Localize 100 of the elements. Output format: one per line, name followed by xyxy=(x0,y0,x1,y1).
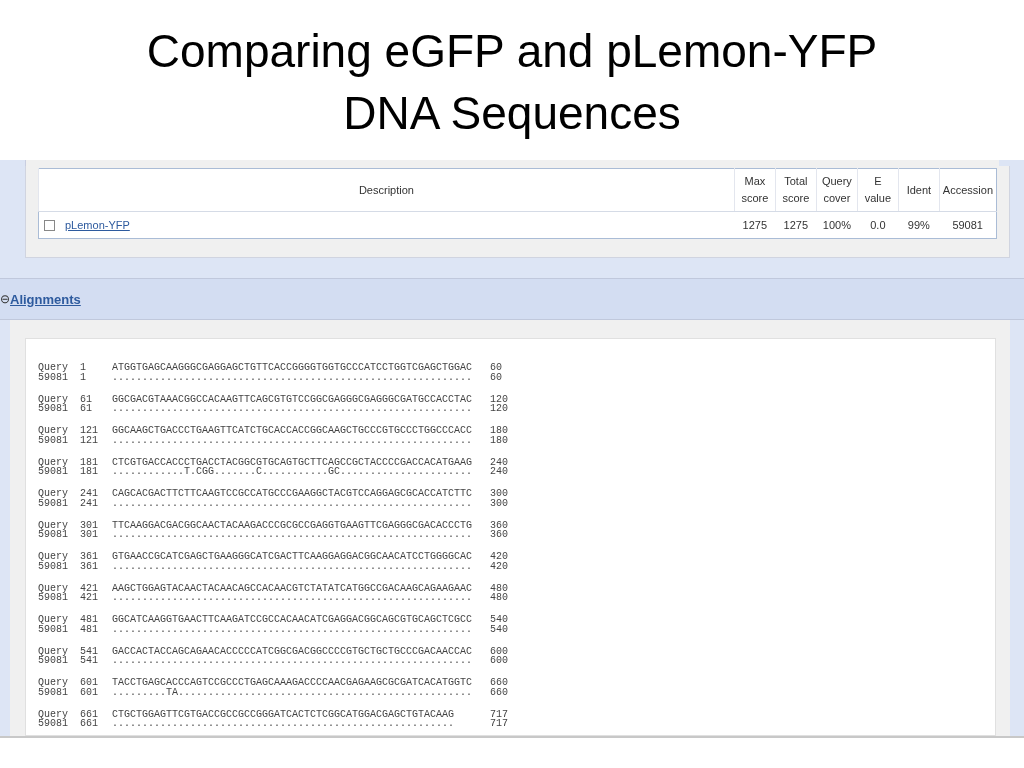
sequence-text: ............................................................ xyxy=(112,624,474,634)
sequence-position: 601 xyxy=(80,678,99,688)
table-cell: 99% xyxy=(898,211,940,239)
sequence-position: 480 xyxy=(490,593,508,603)
table-cell: 0.0 xyxy=(857,211,899,239)
sequence-text: ......................................................... xyxy=(112,719,456,729)
sequence-position: 241 xyxy=(80,489,99,499)
sequence-text: CTCGTGACCACCCTGACCTACGGCGTGCAGTGCTTCAGCCGCTACCCCGACCACATGAAG xyxy=(112,457,474,467)
sequence-position: 540 xyxy=(490,615,508,625)
sequence-label: 59081 xyxy=(38,372,69,382)
sequence-text: GGCGACGTAAACGGCCACAAGTTCAGCGTGTCCGGCGAGGGCGAGGGCGATGCCACCTAC xyxy=(112,394,474,404)
sequence-position: 301 xyxy=(80,520,99,530)
sequence-label: Query xyxy=(38,457,69,467)
sequence-position: 180 xyxy=(490,426,508,436)
sequence-label: Query xyxy=(38,583,69,593)
sequence-position: 660 xyxy=(490,678,508,688)
sequence-text: CAGCACGACTTCTTCAAGTCCGCCATGCCCGAAGGCTACGTCCAGGAGCGCACCATCTTC xyxy=(112,489,474,499)
sequence-position: 421 xyxy=(80,583,99,593)
sequence-label: 59081 xyxy=(38,435,69,445)
slide-title: Comparing eGFP and pLemon-YFP xyxy=(146,24,878,79)
sequence-text: AAGCTGGAGTACAACTACAACAGCCACAACGTCTATATCATGGCCGACAAGCAGAAGAAC xyxy=(112,583,474,593)
column-header[interactable]: Max score xyxy=(734,168,776,212)
section-link[interactable]: Alignments xyxy=(10,291,81,307)
description-link[interactable]: pLemon-YFP xyxy=(65,217,130,233)
sequence-text: GACCACTACCAGCAGAACACCCCCATCGGCGACGGCCCCGTGCTGCTGCCCGACAACCAC xyxy=(112,646,474,656)
sequence-position: 717 xyxy=(490,719,508,729)
sequence-position: 300 xyxy=(490,489,508,499)
sequence-label: Query xyxy=(38,552,69,562)
sequence-position: 420 xyxy=(490,552,508,562)
sequence-position: 121 xyxy=(80,435,99,445)
sequence-text: ............................................................ xyxy=(112,404,474,414)
sequence-position: 180 xyxy=(490,435,508,445)
checkbox[interactable] xyxy=(44,219,55,231)
sequence-position: 60 xyxy=(490,363,502,373)
sequence-label: 59081 xyxy=(38,467,69,477)
column-header[interactable]: E value xyxy=(857,168,899,212)
sequence-label: 59081 xyxy=(38,498,69,508)
sequence-position: 121 xyxy=(80,426,99,436)
sequence-label: Query xyxy=(38,520,69,530)
sequence-position: 600 xyxy=(490,646,508,656)
table-cell: 1275 xyxy=(734,211,776,239)
sequence-text: TACCTGAGCACCCAGTCCGCCCTGAGCAAAGACCCCAACGAGAAGCGCGATCACATGGTC xyxy=(112,678,474,688)
sequence-position: 540 xyxy=(490,624,508,634)
column-header[interactable]: Accession xyxy=(939,168,997,212)
sequence-label: 59081 xyxy=(38,530,69,540)
table-cell: 59081 xyxy=(939,211,997,239)
sequence-label: 59081 xyxy=(38,624,69,634)
sequence-position: 300 xyxy=(490,498,508,508)
sequence-label: Query xyxy=(38,394,69,404)
sequence-label: 59081 xyxy=(38,404,69,414)
sequence-text: ............T.CGG.......C...........GC...................... xyxy=(112,467,474,477)
sequence-label: 59081 xyxy=(38,687,69,697)
column-header[interactable]: Ident xyxy=(898,168,940,212)
sequence-position: 717 xyxy=(490,709,508,719)
table-cell: 1275 xyxy=(775,211,817,239)
sequence-text: ............................................................ xyxy=(112,593,474,603)
sequence-position: 480 xyxy=(490,583,508,593)
sequence-position: 541 xyxy=(80,656,99,666)
sequence-position: 1 xyxy=(80,363,87,373)
sequence-position: 120 xyxy=(490,404,508,414)
sequence-text: GGCAAGCTGACCCTGAAGTTCATCTGCACCACCGGCAAGCTGCCCGTGCCCTGGCCCACC xyxy=(112,426,474,436)
sequence-position: 661 xyxy=(80,719,99,729)
sequence-position: 601 xyxy=(80,687,99,697)
sequence-position: 240 xyxy=(490,467,508,477)
sequence-position: 61 xyxy=(80,394,93,404)
sequence-text: GGCATCAAGGTGAACTTCAAGATCCGCCACAACATCGAGGACGGCAGCGTGCAGCTCGCC xyxy=(112,615,474,625)
sequence-label: Query xyxy=(38,426,69,436)
sequence-label: 59081 xyxy=(38,656,69,666)
sequence-position: 241 xyxy=(80,498,99,508)
sequence-position: 1 xyxy=(80,372,87,382)
column-header[interactable]: Description xyxy=(38,168,735,212)
sequence-position: 660 xyxy=(490,687,508,697)
sequence-position: 421 xyxy=(80,593,99,603)
sequence-position: 181 xyxy=(80,467,99,477)
sequence-label: 59081 xyxy=(38,561,69,571)
sequence-text: .........TA................................................. xyxy=(112,687,474,697)
sequence-text: GTGAACCGCATCGAGCTGAAGGGCATCGACTTCAAGGAGGACGGCAACATCCTGGGGCAC xyxy=(112,552,474,562)
sequence-position: 481 xyxy=(80,624,99,634)
column-header[interactable]: Query cover xyxy=(816,168,858,212)
sequence-position: 420 xyxy=(490,561,508,571)
sequence-label: 59081 xyxy=(38,593,69,603)
sequence-text: ............................................................ xyxy=(112,561,474,571)
sequence-text: ............................................................ xyxy=(112,656,474,666)
sequence-position: 360 xyxy=(490,520,508,530)
sequence-text: ............................................................ xyxy=(112,435,474,445)
sequence-position: 361 xyxy=(80,552,99,562)
sequence-position: 120 xyxy=(490,394,508,404)
sequence-text: TTCAAGGACGACGGCAACTACAAGACCCGCGCCGAGGTGAAGTTCGAGGGCGACACCCTG xyxy=(112,520,474,530)
sequence-position: 60 xyxy=(490,372,502,382)
sequence-label: Query xyxy=(38,615,69,625)
sequence-position: 181 xyxy=(80,457,99,467)
sequence-text: ............................................................ xyxy=(112,372,474,382)
sequence-label: Query xyxy=(38,363,69,373)
collapse-toggle[interactable]: ⊖ xyxy=(0,292,10,306)
column-header[interactable]: Total score xyxy=(775,168,817,212)
sequence-position: 661 xyxy=(80,709,99,719)
sequence-position: 481 xyxy=(80,615,99,625)
sequence-label: Query xyxy=(38,709,69,719)
sequence-position: 61 xyxy=(80,404,93,414)
sequence-text: ............................................................ xyxy=(112,498,474,508)
